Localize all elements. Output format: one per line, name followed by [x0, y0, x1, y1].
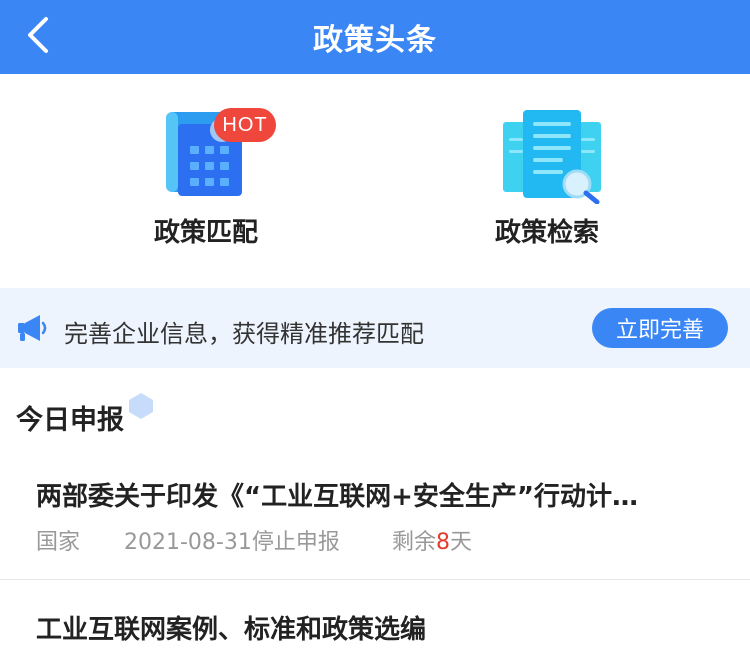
policy-match-label: 政策匹配 [153, 218, 258, 248]
section-title: 今日申报 [16, 405, 124, 436]
list-item[interactable]: 工业互联网案例、标准和政策选编 [0, 581, 750, 652]
item-remaining: 剩余8天 [392, 524, 472, 556]
remaining-prefix: 剩余 [392, 530, 437, 555]
item-region: 国家 [36, 530, 81, 555]
back-arrow-icon[interactable] [22, 15, 56, 55]
complete-info-button[interactable]: 立即完善 [592, 308, 728, 348]
remaining-suffix: 天 [450, 530, 473, 555]
remaining-days: 8 [436, 530, 451, 555]
megaphone-icon [18, 315, 47, 341]
list-item[interactable]: 两部委关于印发《“工业互联网+安全生产”行动计… 国家 2021-08-31停止… [0, 456, 750, 580]
profile-banner: 完善企业信息，获得精准推荐匹配 立即完善 [0, 288, 750, 368]
policy-search-tool[interactable]: 政策检索 [447, 104, 647, 254]
item-title: 两部委关于印发《“工业互联网+安全生产”行动计… [36, 482, 638, 512]
policy-search-icon [503, 110, 601, 204]
item-deadline: 2021-08-31停止申报 [124, 530, 340, 555]
tool-grid: HOT 政策匹配 政策检索 [0, 74, 750, 288]
page-title: 政策头条 [313, 23, 437, 58]
hot-badge: HOT [214, 108, 276, 142]
policy-match-tool[interactable]: HOT 政策匹配 [106, 104, 306, 254]
policy-search-label: 政策检索 [494, 218, 599, 248]
top-bar: 政策头条 [0, 0, 750, 74]
item-title: 工业互联网案例、标准和政策选编 [36, 615, 427, 645]
banner-text: 完善企业信息，获得精准推荐匹配 [64, 320, 424, 348]
hexagon-icon [129, 393, 153, 419]
